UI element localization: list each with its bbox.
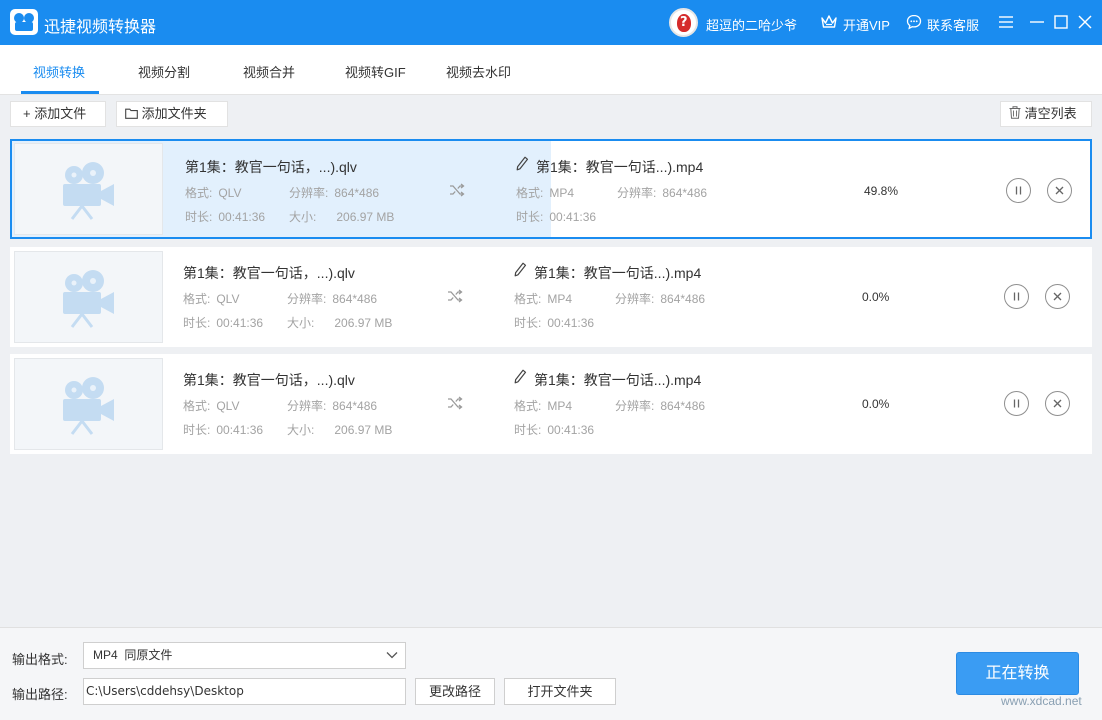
output-format-label: 输出格式:: [12, 652, 68, 667]
close-icon[interactable]: [1074, 11, 1096, 33]
remove-button[interactable]: [1045, 391, 1070, 416]
output-resolution: 分辨率: 864*486: [615, 399, 706, 413]
output-format: 格式: MP4: [514, 292, 573, 306]
menu-icon[interactable]: [995, 11, 1017, 33]
file-row[interactable]: 第1集：教官一句话，...).qlv 格式: QLV 分辨率: 864*486 时长…: [10, 247, 1092, 347]
progress-percent: 0.0%: [862, 290, 890, 304]
chevron-down-icon: [386, 652, 398, 659]
source-duration: 时长: 00:41:36: [185, 210, 266, 224]
clear-list-button[interactable]: 清空列表: [1000, 101, 1092, 127]
tab-video-convert[interactable]: 视频转换: [33, 62, 85, 81]
video-camera-icon: [63, 270, 114, 328]
add-folder-button[interactable]: 添加文件夹: [116, 101, 228, 127]
pause-button[interactable]: [1004, 391, 1029, 416]
watermark-text: www.xdcad.net: [1001, 694, 1082, 708]
output-format: 格式: MP4: [516, 186, 575, 200]
source-resolution: 分辨率: 864*486: [287, 292, 378, 306]
source-size: 大小: 206.97 MB: [287, 423, 393, 437]
pause-button[interactable]: [1006, 178, 1031, 203]
shuffle-icon: [448, 396, 463, 410]
pause-button[interactable]: [1004, 284, 1029, 309]
tab-bar: 视频转换 视频分割 视频合并 视频转GIF 视频去水印: [0, 45, 1102, 95]
output-duration: 时长: 00:41:36: [516, 210, 597, 224]
tab-remove-watermark[interactable]: 视频去水印: [446, 62, 511, 81]
source-duration: 时长: 00:41:36: [183, 316, 264, 330]
add-file-label: + 添加文件: [23, 106, 87, 121]
output-duration: 时长: 00:41:36: [514, 423, 595, 437]
output-file-name[interactable]: 第1集：教官一句话...).mp4: [534, 263, 701, 283]
open-vip-link[interactable]: 开通VIP: [843, 15, 890, 34]
crown-icon[interactable]: [820, 14, 838, 30]
progress-percent: 49.8%: [864, 184, 899, 198]
source-format: 格式: QLV: [185, 186, 242, 200]
add-folder-label: 添加文件夹: [141, 106, 207, 121]
output-duration: 时长: 00:41:36: [514, 316, 595, 330]
close-x-icon: [1053, 399, 1062, 408]
close-x-icon: [1055, 186, 1064, 195]
rename-pencil-icon[interactable]: [514, 262, 527, 277]
source-format: 格式: QLV: [183, 399, 240, 413]
pause-icon: [1013, 292, 1020, 301]
source-resolution: 分辨率: 864*486: [287, 399, 378, 413]
video-thumbnail: [14, 358, 163, 450]
folder-icon: [125, 108, 138, 119]
source-file-name: 第1集：教官一句话，...).qlv: [185, 159, 357, 175]
close-x-icon: [1053, 292, 1062, 301]
video-thumbnail: [14, 251, 163, 343]
maximize-icon[interactable]: [1050, 11, 1072, 33]
output-file-name[interactable]: 第1集：教官一句话...).mp4: [534, 370, 701, 390]
source-duration: 时长: 00:41:36: [183, 423, 264, 437]
video-camera-icon: [63, 377, 114, 435]
add-file-button[interactable]: + 添加文件: [10, 101, 106, 127]
output-path-field[interactable]: C:\Users\cddehsy\Desktop: [83, 678, 406, 705]
trash-icon: [1009, 106, 1021, 119]
source-size: 大小: 206.97 MB: [289, 210, 395, 224]
title-bar: 迅捷视频转换器 ? 超逗的二哈少爷 开通VIP 联系客服: [0, 0, 1102, 45]
user-avatar[interactable]: ?: [669, 8, 698, 37]
clear-list-label: 清空列表: [1024, 106, 1077, 121]
tab-video-to-gif[interactable]: 视频转GIF: [345, 62, 406, 81]
progress-percent: 0.0%: [862, 397, 890, 411]
username[interactable]: 超逗的二哈少爷: [706, 15, 797, 34]
output-format-select[interactable]: MP4 同原文件: [83, 642, 406, 669]
source-resolution: 分辨率: 864*486: [289, 186, 380, 200]
remove-button[interactable]: [1047, 178, 1072, 203]
output-settings-panel: 输出格式: MP4 同原文件 输出路径: C:\Users\cddehsy\De…: [0, 627, 1102, 720]
active-tab-indicator: [21, 91, 99, 94]
output-file-name[interactable]: 第1集：教官一句话...).mp4: [536, 157, 703, 177]
minimize-icon[interactable]: [1026, 11, 1048, 33]
file-row[interactable]: 第1集：教官一句话，...).qlv 格式: QLV 分辨率: 864*486 时长…: [10, 139, 1092, 239]
change-path-button[interactable]: 更改路径: [415, 678, 495, 705]
chat-bubble-icon[interactable]: [906, 14, 922, 30]
video-camera-icon: [63, 162, 114, 220]
source-size: 大小: 206.97 MB: [287, 316, 393, 330]
app-logo-icon: [10, 9, 38, 35]
output-path-label: 输出路径:: [12, 687, 68, 702]
tab-video-split[interactable]: 视频分割: [138, 62, 190, 81]
rename-pencil-icon[interactable]: [514, 369, 527, 384]
app-title: 迅捷视频转换器: [44, 19, 157, 36]
remove-button[interactable]: [1045, 284, 1070, 309]
source-format: 格式: QLV: [183, 292, 240, 306]
tab-video-merge[interactable]: 视频合并: [243, 62, 295, 81]
file-row[interactable]: 第1集：教官一句话，...).qlv 格式: QLV 分辨率: 864*486 时长…: [10, 354, 1092, 454]
source-file-name: 第1集：教官一句话，...).qlv: [183, 265, 355, 281]
rename-pencil-icon[interactable]: [516, 156, 529, 171]
pause-icon: [1015, 186, 1022, 195]
pause-icon: [1013, 399, 1020, 408]
source-file-name: 第1集：教官一句话，...).qlv: [183, 372, 355, 388]
output-resolution: 分辨率: 864*486: [615, 292, 706, 306]
video-thumbnail: [14, 143, 163, 235]
output-format: 格式: MP4: [514, 399, 573, 413]
contact-service-link[interactable]: 联系客服: [927, 15, 979, 34]
open-folder-button[interactable]: 打开文件夹: [504, 678, 616, 705]
output-format-value: MP4 同原文件: [93, 648, 173, 662]
output-resolution: 分辨率: 864*486: [617, 186, 708, 200]
shuffle-icon: [448, 289, 463, 303]
convert-button[interactable]: 正在转换: [956, 652, 1079, 695]
shuffle-icon: [450, 183, 465, 197]
